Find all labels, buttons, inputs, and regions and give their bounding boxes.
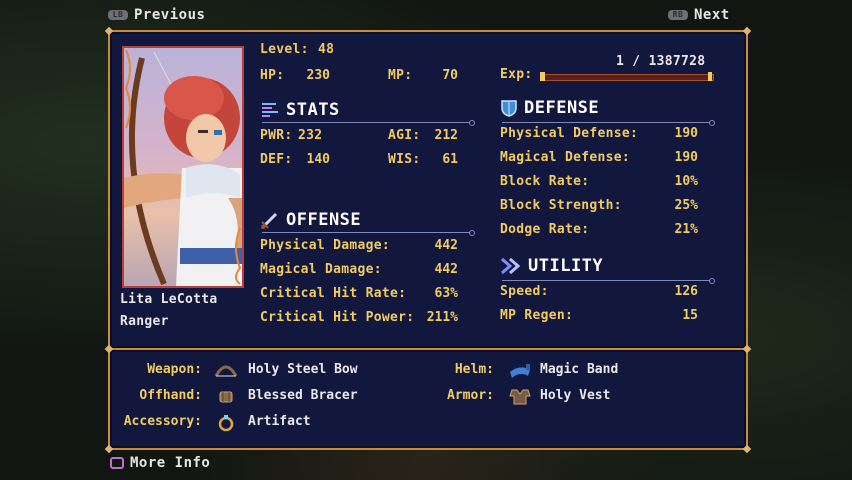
exp-bar-cap — [708, 72, 712, 81]
offense-divider — [262, 230, 475, 236]
offense-header: OFFENSE — [260, 210, 361, 230]
exp-bar — [540, 74, 714, 81]
stats-header: STATS — [260, 100, 340, 120]
dagger-icon — [261, 212, 278, 229]
character-portrait — [122, 46, 244, 288]
stat-label-agi: AGI: — [388, 128, 421, 143]
ring-icon — [218, 415, 234, 432]
defense-header: DEFENSE — [500, 98, 599, 118]
offense-value-crit-power: 211% — [426, 310, 458, 325]
utility-title: UTILITY — [528, 256, 604, 276]
utility-divider — [502, 278, 715, 284]
lb-button-icon: LB — [108, 10, 128, 20]
accessory-label: Accessory: — [123, 414, 202, 429]
offense-label-crit-rate: Critical Hit Rate: — [260, 286, 407, 301]
mp-label: MP: — [388, 68, 413, 83]
offhand-label: Offhand: — [139, 388, 202, 403]
stat-value-agi: 212 — [434, 128, 458, 143]
level-label: Level: — [260, 42, 309, 57]
stat-label-pwr: PWR: — [260, 128, 293, 143]
defense-value-block-strength: 25% — [674, 198, 698, 213]
offense-label-crit-power: Critical Hit Power: — [260, 310, 415, 325]
offense-title: OFFENSE — [286, 210, 362, 230]
next-label: Next — [694, 7, 730, 23]
mp-value: 70 — [442, 68, 458, 83]
stat-value-def: 140 — [306, 152, 330, 167]
exp-value: 1 / 1387728 — [616, 54, 706, 69]
offense-value-magical-damage: 442 — [434, 262, 458, 277]
bracer-icon — [219, 391, 233, 403]
armor-item[interactable]: Holy Vest — [540, 388, 610, 403]
utility-label-speed: Speed: — [500, 284, 549, 299]
weapon-item[interactable]: Holy Steel Bow — [248, 362, 358, 377]
utility-value-speed: 126 — [674, 284, 698, 299]
previous-button[interactable]: LB Previous — [108, 6, 205, 24]
band-icon — [510, 364, 530, 378]
more-info-label: More Info — [130, 455, 211, 471]
accessory-item[interactable]: Artifact — [248, 414, 311, 429]
defense-divider — [502, 120, 715, 126]
double-chevron-icon — [501, 257, 521, 275]
exp-label: Exp: — [500, 67, 533, 82]
defense-value-magical: 190 — [674, 150, 698, 165]
hp-value: 230 — [306, 68, 330, 83]
defense-title: DEFENSE — [524, 98, 600, 118]
stat-value-wis: 61 — [442, 152, 458, 167]
bow-icon — [214, 365, 238, 377]
utility-label-mp-regen: MP Regen: — [500, 308, 574, 323]
rb-button-icon: RB — [668, 10, 688, 20]
defense-label-block-strength: Block Strength: — [500, 198, 622, 213]
stats-divider — [262, 120, 475, 126]
armor-label: Armor: — [447, 388, 494, 403]
level-value: 48 — [318, 42, 335, 57]
helm-label: Helm: — [454, 362, 494, 377]
offense-value-physical-damage: 442 — [434, 238, 458, 253]
touchpad-button-icon — [110, 457, 124, 469]
stat-label-def: DEF: — [260, 152, 293, 167]
defense-value-block-rate: 10% — [674, 174, 698, 189]
offhand-item[interactable]: Blessed Bracer — [248, 388, 358, 403]
defense-label-block-rate: Block Rate: — [500, 174, 590, 189]
exp-bar-start — [540, 72, 545, 81]
defense-value-physical: 190 — [674, 126, 698, 141]
offense-value-crit-rate: 63% — [434, 286, 458, 301]
hp-label: HP: — [260, 68, 285, 83]
offense-label-physical-damage: Physical Damage: — [260, 238, 391, 253]
character-class: Ranger — [120, 314, 169, 329]
helm-item[interactable]: Magic Band — [540, 362, 618, 377]
stat-value-pwr: 232 — [298, 128, 323, 143]
stats-title: STATS — [286, 100, 340, 120]
more-info-button[interactable]: More Info — [110, 454, 210, 472]
defense-label-magical: Magical Defense: — [500, 150, 631, 165]
weapon-label: Weapon: — [147, 362, 202, 377]
vest-icon — [509, 389, 531, 405]
character-name: Lita LeCotta — [120, 292, 218, 307]
utility-header: UTILITY — [500, 256, 603, 276]
utility-value-mp-regen: 15 — [682, 308, 698, 323]
previous-label: Previous — [134, 7, 206, 23]
next-button[interactable]: RB Next — [668, 6, 730, 24]
offense-label-magical-damage: Magical Damage: — [260, 262, 382, 277]
shield-icon — [501, 100, 517, 117]
stat-label-wis: WIS: — [388, 152, 421, 167]
defense-value-dodge-rate: 21% — [674, 222, 698, 237]
stats-icon — [262, 103, 278, 117]
defense-label-dodge-rate: Dodge Rate: — [500, 222, 590, 237]
defense-label-physical: Physical Defense: — [500, 126, 639, 141]
